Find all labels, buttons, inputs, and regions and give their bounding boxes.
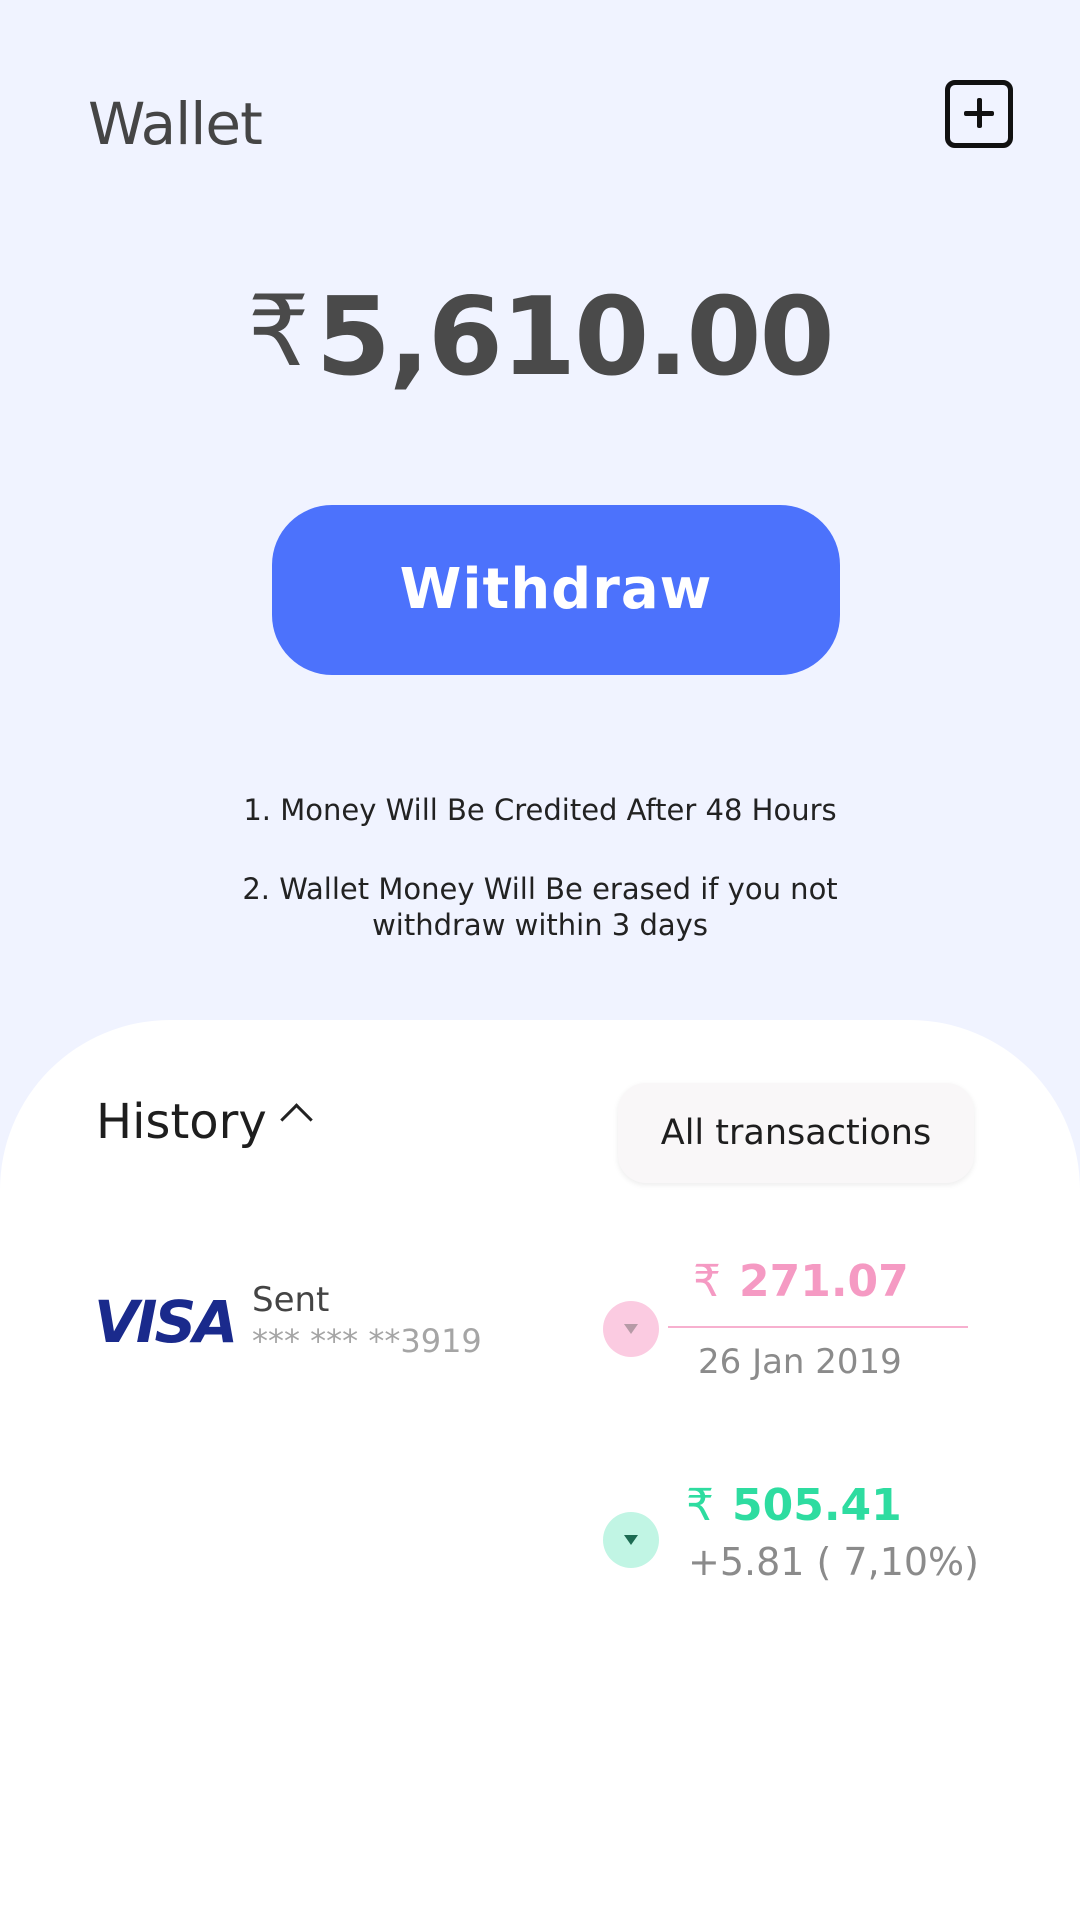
note-credit-time: 1. Money Will Be Credited After 48 Hours [243, 793, 837, 827]
down-triangle-icon [603, 1301, 659, 1357]
note-erase-warning: 2. Wallet Money Will Be erased if you no… [0, 871, 1080, 943]
all-transactions-button[interactable]: All transactions [618, 1083, 974, 1183]
divider [668, 1326, 968, 1328]
balance-amount: 5,610.00 [315, 275, 835, 400]
wallet-screen: Wallet ₹5,610.00 Withdraw 1. Money Will … [0, 0, 1080, 1920]
page-title: Wallet [88, 90, 263, 158]
transaction-amount: ₹505.41 [686, 1480, 902, 1531]
transaction-change: +5.81 ( 7,10%) [688, 1540, 979, 1584]
transaction-type-label: Sent [252, 1280, 330, 1320]
history-title[interactable]: History [96, 1094, 267, 1150]
rupee-symbol: ₹ [247, 275, 310, 389]
withdraw-button[interactable]: Withdraw [272, 505, 840, 675]
note-erase-line-1: 2. Wallet Money Will Be erased if you no… [242, 872, 838, 906]
rupee-symbol: ₹ [686, 1480, 714, 1531]
wallet-balance: ₹5,610.00 [0, 275, 1080, 400]
card-number: *** *** **3919 [252, 1322, 482, 1360]
transaction-amount-value: 505.41 [732, 1480, 902, 1531]
transaction-date: 26 Jan 2019 [698, 1342, 902, 1382]
plus-square-icon[interactable] [945, 80, 1013, 148]
note-erase-line-2: withdraw within 3 days [372, 908, 708, 942]
down-triangle-icon [603, 1512, 659, 1568]
transaction-amount-value: 271.07 [739, 1256, 909, 1307]
transaction-amount: ₹271.07 [693, 1256, 909, 1307]
visa-logo: VISA [94, 1288, 238, 1356]
rupee-symbol: ₹ [693, 1256, 721, 1307]
